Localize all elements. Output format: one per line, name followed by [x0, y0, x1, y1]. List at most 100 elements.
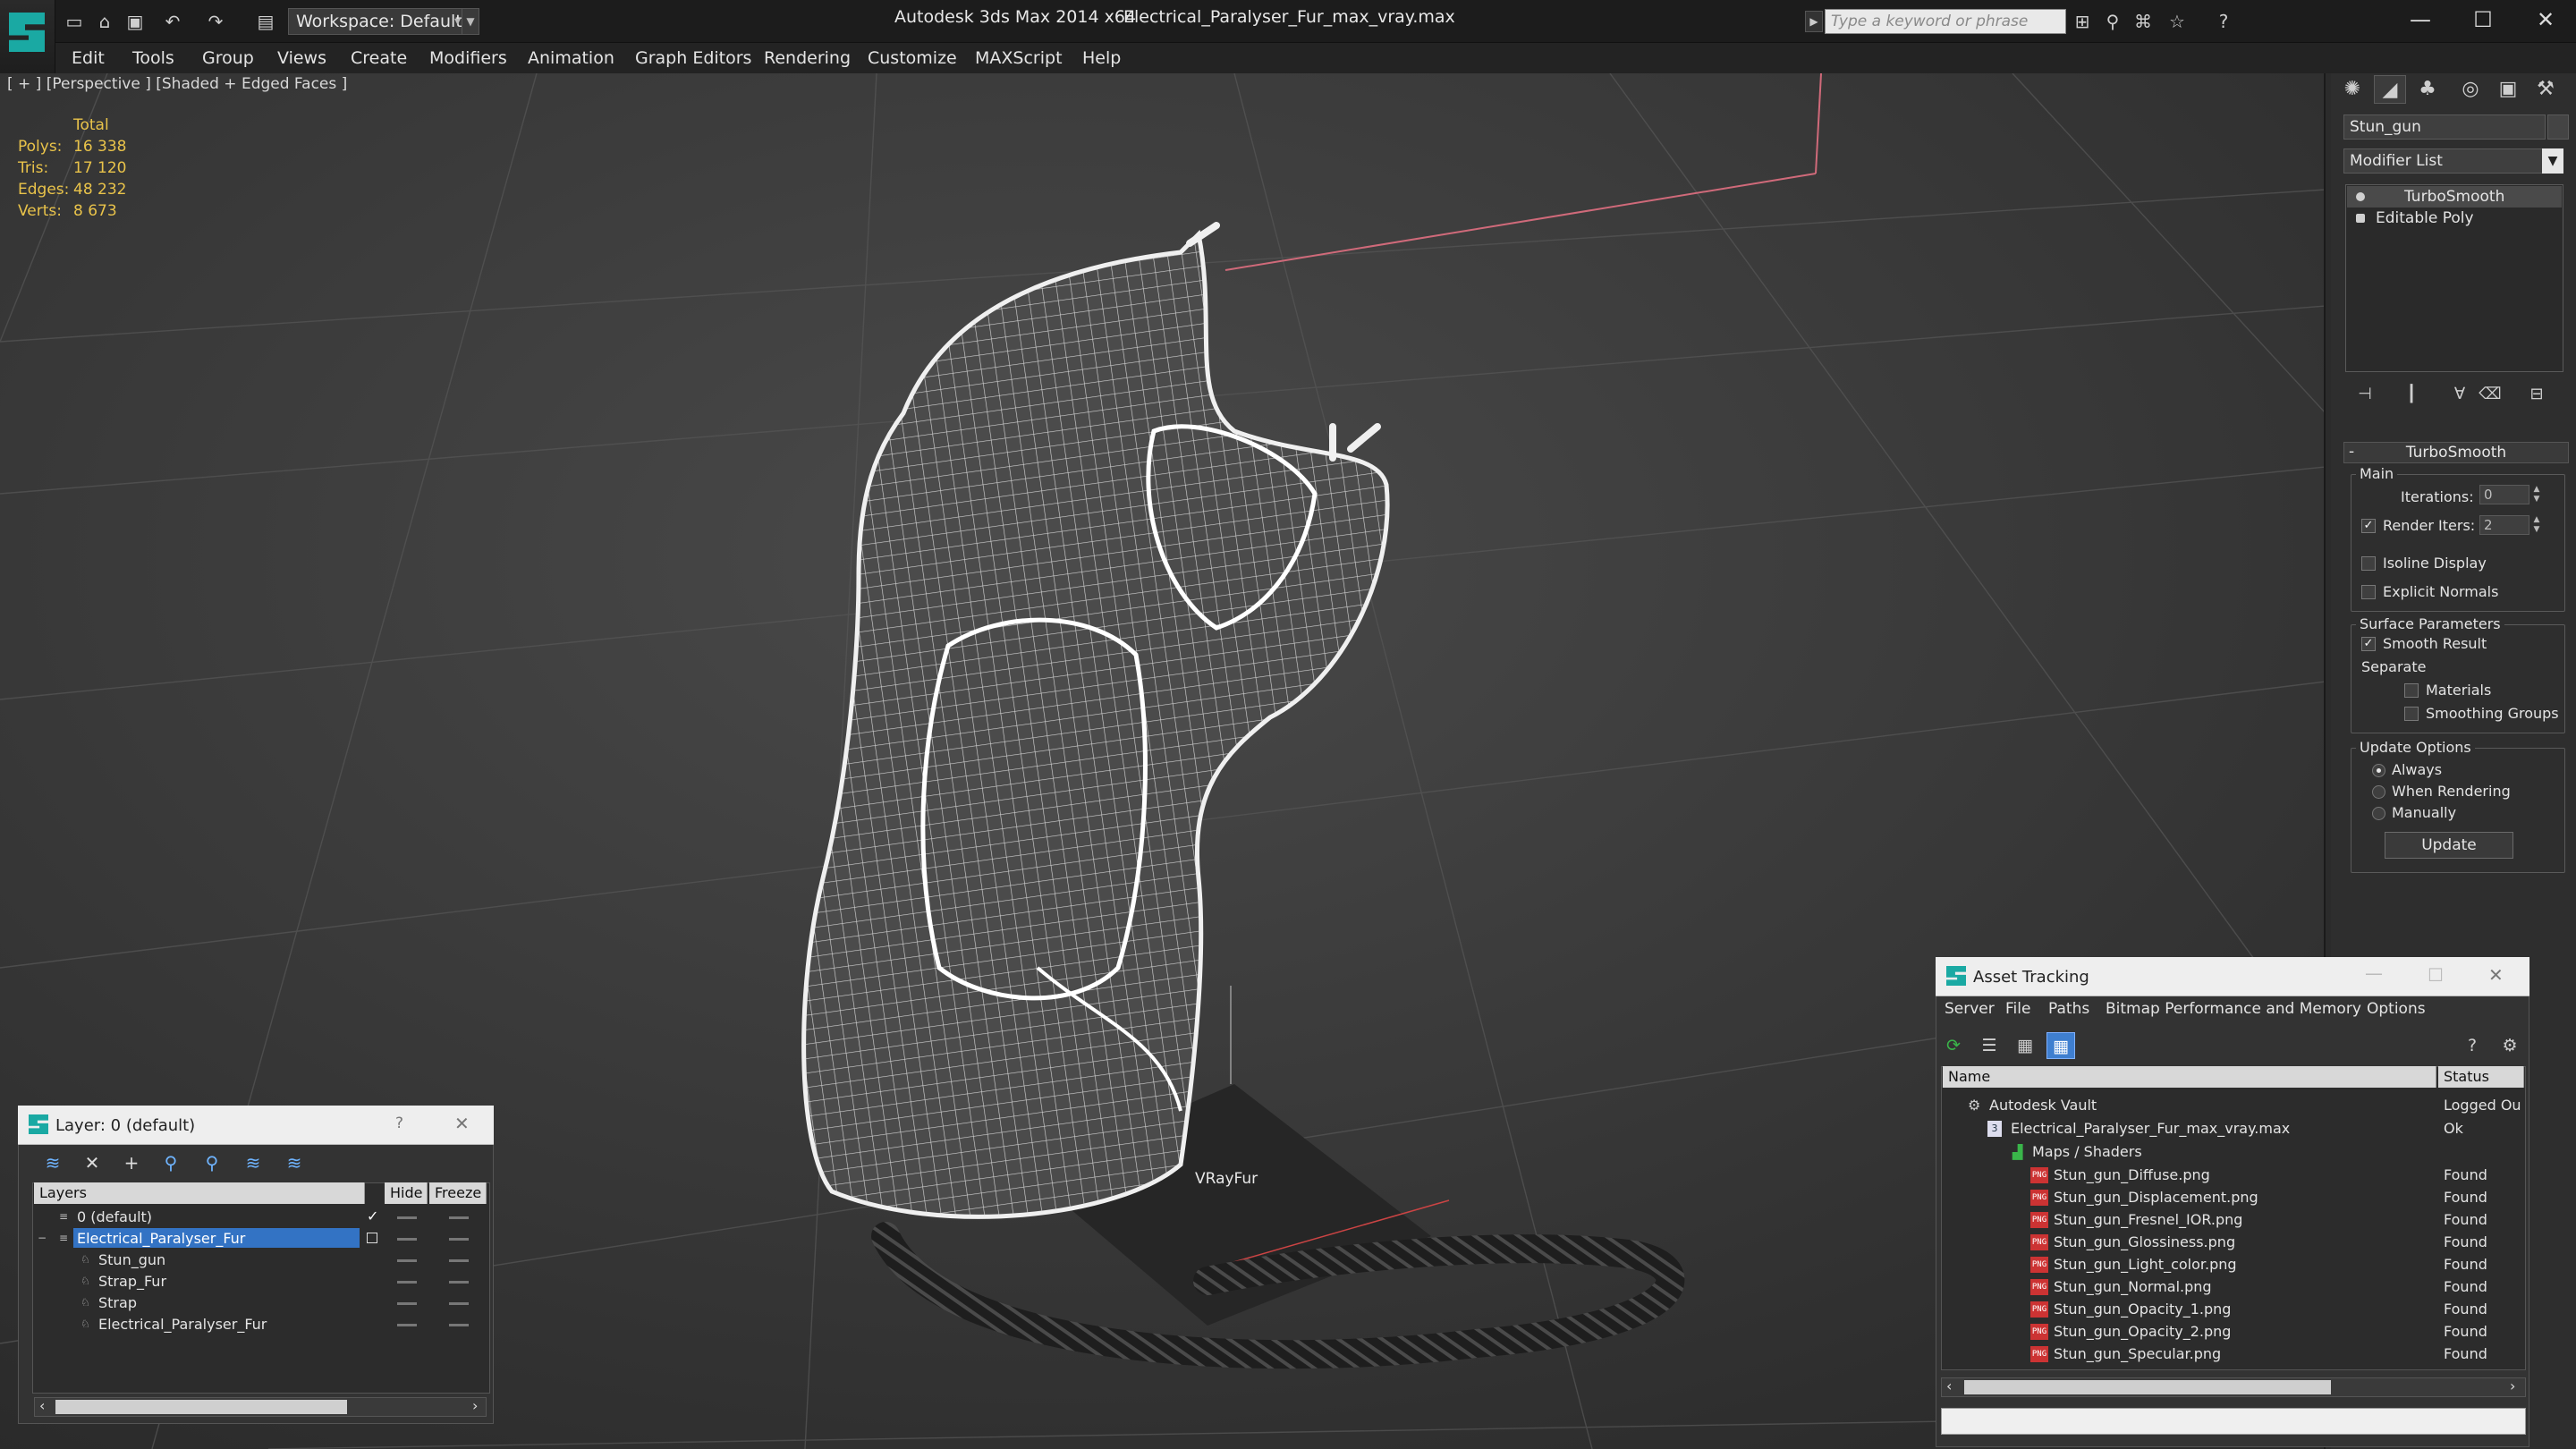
open-file-icon[interactable]: ⌂ [93, 11, 116, 32]
menu-create[interactable]: Create [351, 43, 407, 73]
search-expand-icon[interactable]: ▶ [1805, 11, 1823, 32]
project-folder-icon[interactable]: ▤ [254, 11, 277, 32]
select-objects-icon[interactable]: ⚲ [157, 1150, 184, 1175]
chevron-down-icon[interactable]: ▼ [2542, 148, 2563, 174]
column-header-freeze[interactable]: Freeze [429, 1182, 487, 1204]
asset-scroll-thumb[interactable] [1964, 1380, 2331, 1394]
asset-menu-file[interactable]: File [2005, 1000, 2030, 1018]
add-layer-icon[interactable]: + [118, 1150, 145, 1175]
favorites-icon[interactable]: ☆ [2165, 11, 2190, 32]
scroll-right-icon[interactable]: › [2510, 1377, 2515, 1394]
layer-row[interactable]: ♘ Electrical_Paralyser_Fur [34, 1313, 488, 1335]
menu-animation[interactable]: Animation [528, 43, 614, 73]
asset-maximize-button[interactable]: ☐ [2428, 964, 2444, 986]
display-tab-icon[interactable]: ▣ [2492, 75, 2524, 104]
freeze-toggle[interactable] [449, 1324, 469, 1326]
column-header-name[interactable]: Name [1943, 1066, 2436, 1088]
lightbulb-icon[interactable] [2356, 192, 2365, 201]
table-view-icon[interactable]: ▦ [2046, 1032, 2075, 1059]
rollout-collapse-icon[interactable]: - [2349, 442, 2354, 462]
pin-stack-icon[interactable]: ⊣ [2351, 383, 2379, 406]
scroll-right-icon[interactable]: › [472, 1397, 478, 1414]
asset-menu-options[interactable]: Options [2367, 1000, 2426, 1018]
hide-all-icon[interactable]: ≋ [240, 1150, 267, 1175]
stack-item-editable-poly[interactable]: Editable Poly [2347, 208, 2562, 229]
close-button[interactable]: ✕ [2519, 4, 2572, 36]
workspace-dropdown[interactable]: Workspace: Default ▾ [288, 8, 467, 35]
set-current-box[interactable] [367, 1233, 377, 1243]
menu-help[interactable]: Help [1082, 43, 1121, 73]
scroll-left-icon[interactable]: ‹ [1946, 1377, 1952, 1394]
render-iters-input[interactable]: 2 [2479, 515, 2529, 535]
manually-radio[interactable] [2372, 807, 2385, 820]
asset-path-field[interactable] [1941, 1408, 2526, 1435]
subscription-icon[interactable]: ⚲ [2100, 11, 2125, 32]
expand-icon[interactable]: − [38, 1227, 47, 1249]
turbosmooth-rollout-header[interactable]: TurboSmooth [2343, 442, 2569, 463]
layer-manager-icon[interactable]: ≋ [39, 1150, 66, 1175]
smooth-result-checkbox[interactable]: ✓ [2361, 637, 2376, 651]
configure-sets-icon[interactable]: ⊟ [2522, 383, 2551, 406]
highlight-layer-icon[interactable]: ⚲ [199, 1150, 225, 1175]
isoline-checkbox[interactable] [2361, 556, 2376, 571]
iterations-spinner[interactable]: ▲ ▼ [2531, 485, 2542, 504]
hide-toggle[interactable] [397, 1216, 417, 1219]
layer-row[interactable]: ♘ Strap [34, 1292, 488, 1313]
menu-tools[interactable]: Tools [132, 43, 174, 73]
modifier-list-dropdown[interactable]: Modifier List [2343, 148, 2563, 174]
hide-toggle[interactable] [397, 1238, 417, 1241]
maximize-button[interactable]: ☐ [2456, 4, 2510, 36]
asset-menu-paths[interactable]: Paths [2048, 1000, 2089, 1018]
menu-graph-editors[interactable]: Graph Editors [635, 43, 751, 73]
layer-row[interactable]: ♘ Stun_gun [34, 1249, 488, 1270]
asset-settings-icon[interactable]: ⚙ [2496, 1032, 2524, 1059]
freeze-toggle[interactable] [449, 1238, 469, 1241]
asset-minimize-button[interactable]: — [2365, 962, 2383, 984]
menu-edit[interactable]: Edit [72, 43, 105, 73]
communication-icon[interactable]: ⌘ [2131, 11, 2156, 32]
active-layer-check-icon[interactable]: ✓ [367, 1206, 378, 1227]
smoothing-groups-checkbox[interactable] [2404, 707, 2419, 721]
explicit-normals-checkbox[interactable] [2361, 585, 2376, 599]
column-header-status[interactable]: Status [2438, 1066, 2524, 1088]
save-icon[interactable]: ▣ [123, 11, 147, 32]
asset-close-button[interactable]: ✕ [2488, 964, 2504, 986]
layer-help-button[interactable]: ? [395, 1114, 403, 1132]
viewport-label[interactable]: [ + ] [Perspective ] [Shaded + Edged Fac… [7, 75, 347, 93]
hide-toggle[interactable] [397, 1302, 417, 1305]
freeze-toggle[interactable] [449, 1302, 469, 1305]
object-color-swatch[interactable] [2547, 114, 2569, 140]
layer-row[interactable]: − ≡ Electrical_Paralyser_Fur [34, 1227, 488, 1249]
freeze-toggle[interactable] [449, 1259, 469, 1262]
list-view-icon[interactable]: ☰ [1975, 1032, 2004, 1059]
delete-layer-icon[interactable]: ✕ [79, 1150, 106, 1175]
thumbnail-view-icon[interactable]: ▦ [2011, 1032, 2039, 1059]
hierarchy-tab-icon[interactable]: ♣ [2411, 75, 2444, 104]
redo-icon[interactable]: ↷ [204, 11, 227, 32]
motion-tab-icon[interactable]: ◎ [2454, 75, 2487, 104]
menu-rendering[interactable]: Rendering [764, 43, 851, 73]
asset-help-icon[interactable]: ? [2458, 1032, 2487, 1059]
scroll-left-icon[interactable]: ‹ [39, 1397, 45, 1414]
expand-icon[interactable] [2356, 214, 2365, 223]
minimize-button[interactable]: — [2394, 4, 2447, 36]
when-rendering-radio[interactable] [2372, 785, 2385, 799]
menu-group[interactable]: Group [202, 43, 254, 73]
column-header-hide[interactable]: Hide [385, 1182, 428, 1204]
show-end-result-icon[interactable]: ┃ [2397, 383, 2426, 406]
help-icon[interactable]: ? [2211, 11, 2236, 32]
menu-customize[interactable]: Customize [868, 43, 957, 73]
create-tab-icon[interactable]: ✺ [2336, 75, 2368, 104]
asset-menu-bitmap-performance[interactable]: Bitmap Performance and Memory [2106, 1000, 2361, 1018]
object-name-field[interactable]: Stun_gun [2343, 114, 2546, 140]
search-input[interactable]: Type a keyword or phrase [1825, 9, 2066, 34]
always-radio[interactable] [2372, 764, 2385, 777]
update-button[interactable]: Update [2385, 832, 2513, 859]
binoculars-icon[interactable]: ⊞ [2070, 11, 2095, 32]
hide-toggle[interactable] [397, 1281, 417, 1284]
make-unique-icon[interactable]: ∀ [2445, 383, 2474, 406]
render-iters-spinner[interactable]: ▲ ▼ [2531, 515, 2542, 535]
layer-scroll-thumb[interactable] [55, 1400, 347, 1414]
freeze-toggle[interactable] [449, 1281, 469, 1284]
materials-checkbox[interactable] [2404, 683, 2419, 698]
